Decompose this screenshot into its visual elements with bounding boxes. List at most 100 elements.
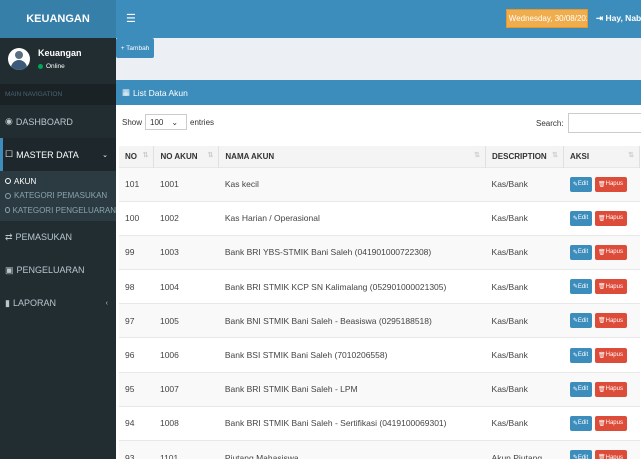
sidebar-item-kategori-pengeluaran[interactable]: KATEGORI PENGELUARAN	[5, 203, 116, 218]
search-input[interactable]	[567, 113, 641, 133]
column-header-no-akun[interactable]: NO AKUN ⇅	[153, 146, 220, 167]
cell-nama-akun: Bank BRI STMIK KCP SN Kalimalang (052901…	[218, 269, 486, 304]
user-menu[interactable]: ⇥ Hay, Nabila	[596, 13, 641, 24]
cell-aksi: ✎ Edit 🗑 Hapus	[563, 200, 640, 236]
delete-button[interactable]: 🗑 Hapus	[594, 415, 627, 431]
sidebar-item-label: DASHBOARD	[15, 116, 73, 127]
cell-no-akun: 1001	[153, 166, 219, 202]
sidebar-item-label: PEMASUKAN	[15, 232, 73, 242]
delete-button[interactable]: 🗑 Hapus	[594, 210, 627, 226]
edit-label: Edit	[577, 454, 589, 459]
nav-header: MAIN NAVIGATION	[0, 84, 116, 105]
sidebar-item-pengeluaran[interactable]: ▣ PENGELUARAN	[0, 254, 116, 287]
delete-button[interactable]: 🗑 Hapus	[594, 279, 627, 295]
cell-nama-akun: Kas Harian / Operasional	[218, 200, 486, 236]
edit-button[interactable]: ✎ Edit	[569, 415, 592, 431]
cell-no: 100	[119, 200, 154, 236]
edit-label: Edit	[577, 352, 589, 359]
chevron-down-icon: ⌄	[171, 117, 179, 127]
edit-button[interactable]: ✎ Edit	[569, 313, 592, 329]
cell-aksi: ✎ Edit 🗑 Hapus	[563, 371, 640, 407]
sidebar-item-laporan[interactable]: ▮ LAPORAN ‹	[0, 287, 116, 320]
user-status: Online	[38, 63, 65, 70]
cell-no-akun: 1002	[153, 200, 219, 236]
add-button[interactable]: + Tambah	[116, 38, 154, 58]
action-group: ✎ Edit 🗑 Hapus	[569, 210, 640, 226]
cell-no-akun: 1008	[153, 405, 219, 441]
column-header-nama-akun[interactable]: NAMA AKUN ⇅	[218, 146, 487, 167]
sidebar-item-pemasukan[interactable]: ⇄ PEMASUKAN	[0, 221, 116, 254]
edit-button[interactable]: ✎ Edit	[569, 210, 592, 226]
entries-select[interactable]: 100 ⌄	[145, 114, 188, 130]
cell-no: 95	[119, 371, 154, 407]
delete-label: Hapus	[605, 454, 623, 459]
edit-button[interactable]: ✎ Edit	[569, 244, 592, 260]
user-name: Keuangan	[38, 48, 82, 58]
cell-no-akun: 1006	[153, 337, 219, 373]
delete-button[interactable]: 🗑 Hapus	[594, 176, 627, 192]
delete-button[interactable]: 🗑 Hapus	[594, 381, 627, 397]
user-panel: Keuangan Online	[0, 38, 116, 84]
delete-label: Hapus	[605, 181, 623, 188]
sidebar-item-label: LAPORAN	[12, 298, 56, 308]
logout-icon: ⇥	[596, 13, 604, 23]
cell-description: Kas/Bank	[485, 303, 564, 338]
table-row: 99 1003 Bank BRI YBS-STMIK Bani Saleh (041…	[119, 234, 640, 270]
edit-button[interactable]: ✎ Edit	[569, 381, 592, 397]
delete-label: Hapus	[605, 317, 623, 324]
sidebar-item-kategori-pemasukan[interactable]: KATEGORI PEMASUKAN	[5, 189, 116, 204]
table-row: 98 1004 Bank BRI STMIK KCP SN Kalimalang (…	[119, 269, 640, 304]
edit-button[interactable]: ✎ Edit	[569, 450, 592, 459]
cell-no-akun: 1101	[153, 439, 219, 459]
sidebar-item-master-data[interactable]: ☐ MASTER DATA ⌄	[0, 138, 116, 171]
action-group: ✎ Edit 🗑 Hapus	[569, 415, 640, 431]
sidebar-item-label: AKUN	[14, 176, 37, 186]
delete-button[interactable]: 🗑 Hapus	[594, 347, 627, 363]
date-badge: ▦ Wednesday, 30/08/2023	[506, 9, 588, 28]
sidebar-item-dashboard[interactable]: ◉ DASHBOARD	[0, 105, 116, 138]
delete-button[interactable]: 🗑 Hapus	[594, 313, 627, 329]
sidebar: Keuangan Online MAIN NAVIGATION ◉ DASHBO…	[0, 38, 116, 459]
box-header: ▦ List Data Akun	[116, 80, 641, 105]
trash-icon: 🗑	[598, 455, 606, 459]
sidebar-item-akun[interactable]: AKUN	[5, 174, 116, 189]
app-logo[interactable]: KEUANGAN	[0, 0, 116, 38]
search-label: Search:	[536, 118, 564, 128]
edit-label: Edit	[577, 420, 589, 427]
sidebar-toggle-icon[interactable]: ☰	[126, 12, 136, 25]
table-row: 101 1001 Kas kecil Kas/Bank ✎ Edit 🗑 Hapus	[119, 166, 640, 202]
trash-icon: 🗑	[598, 386, 606, 393]
cell-nama-akun: Bank BSI STMIK Bani Saleh (7010206558)	[218, 337, 486, 373]
trash-icon: 🗑	[598, 215, 606, 222]
edit-button[interactable]: ✎ Edit	[569, 176, 592, 192]
money-icon: ▣	[5, 264, 14, 275]
edit-button[interactable]: ✎ Edit	[569, 279, 592, 295]
cell-no: 94	[119, 405, 154, 441]
column-header-label: NO AKUN	[160, 151, 198, 161]
trash-icon: 🗑	[598, 420, 606, 427]
cell-no-akun: 1003	[153, 234, 219, 270]
cell-description: Kas/Bank	[485, 269, 564, 304]
delete-button[interactable]: 🗑 Hapus	[594, 244, 627, 260]
box-title: List Data Akun	[133, 87, 188, 98]
edit-label: Edit	[577, 215, 589, 222]
cell-no: 93	[119, 439, 154, 459]
edit-button[interactable]: ✎ Edit	[569, 347, 592, 363]
trash-icon: 🗑	[598, 352, 606, 359]
edit-label: Edit	[577, 317, 589, 324]
table-header-row: NO ⇅ NO AKUN ⇅ NAMA AKUN ⇅ DESCRIPTION ⇅ AKS…	[119, 146, 640, 167]
calendar-icon: ▦	[506, 14, 507, 23]
column-header-description[interactable]: DESCRIPTION ⇅	[485, 146, 564, 167]
cell-aksi: ✎ Edit 🗑 Hapus	[563, 269, 640, 304]
column-header-aksi[interactable]: AKSI ⇅	[563, 146, 640, 167]
cell-description: Kas/Bank	[485, 371, 564, 407]
cell-nama-akun: Bank BRI STMIK Bani Saleh - LPM	[218, 371, 486, 407]
edit-label: Edit	[577, 386, 589, 393]
table-row: 93 1101 Piutang Mahasiswa Akun Piutang ✎ Edit…	[119, 439, 640, 459]
entries-value: 100	[150, 117, 164, 127]
table-row: 94 1008 Bank BRI STMIK Bani Saleh - Sertif…	[119, 405, 640, 441]
delete-button[interactable]: 🗑 Hapus	[594, 450, 627, 459]
column-header-no[interactable]: NO ⇅	[119, 146, 155, 167]
cell-nama-akun: Piutang Mahasiswa	[218, 439, 486, 459]
circle-icon	[5, 192, 11, 199]
